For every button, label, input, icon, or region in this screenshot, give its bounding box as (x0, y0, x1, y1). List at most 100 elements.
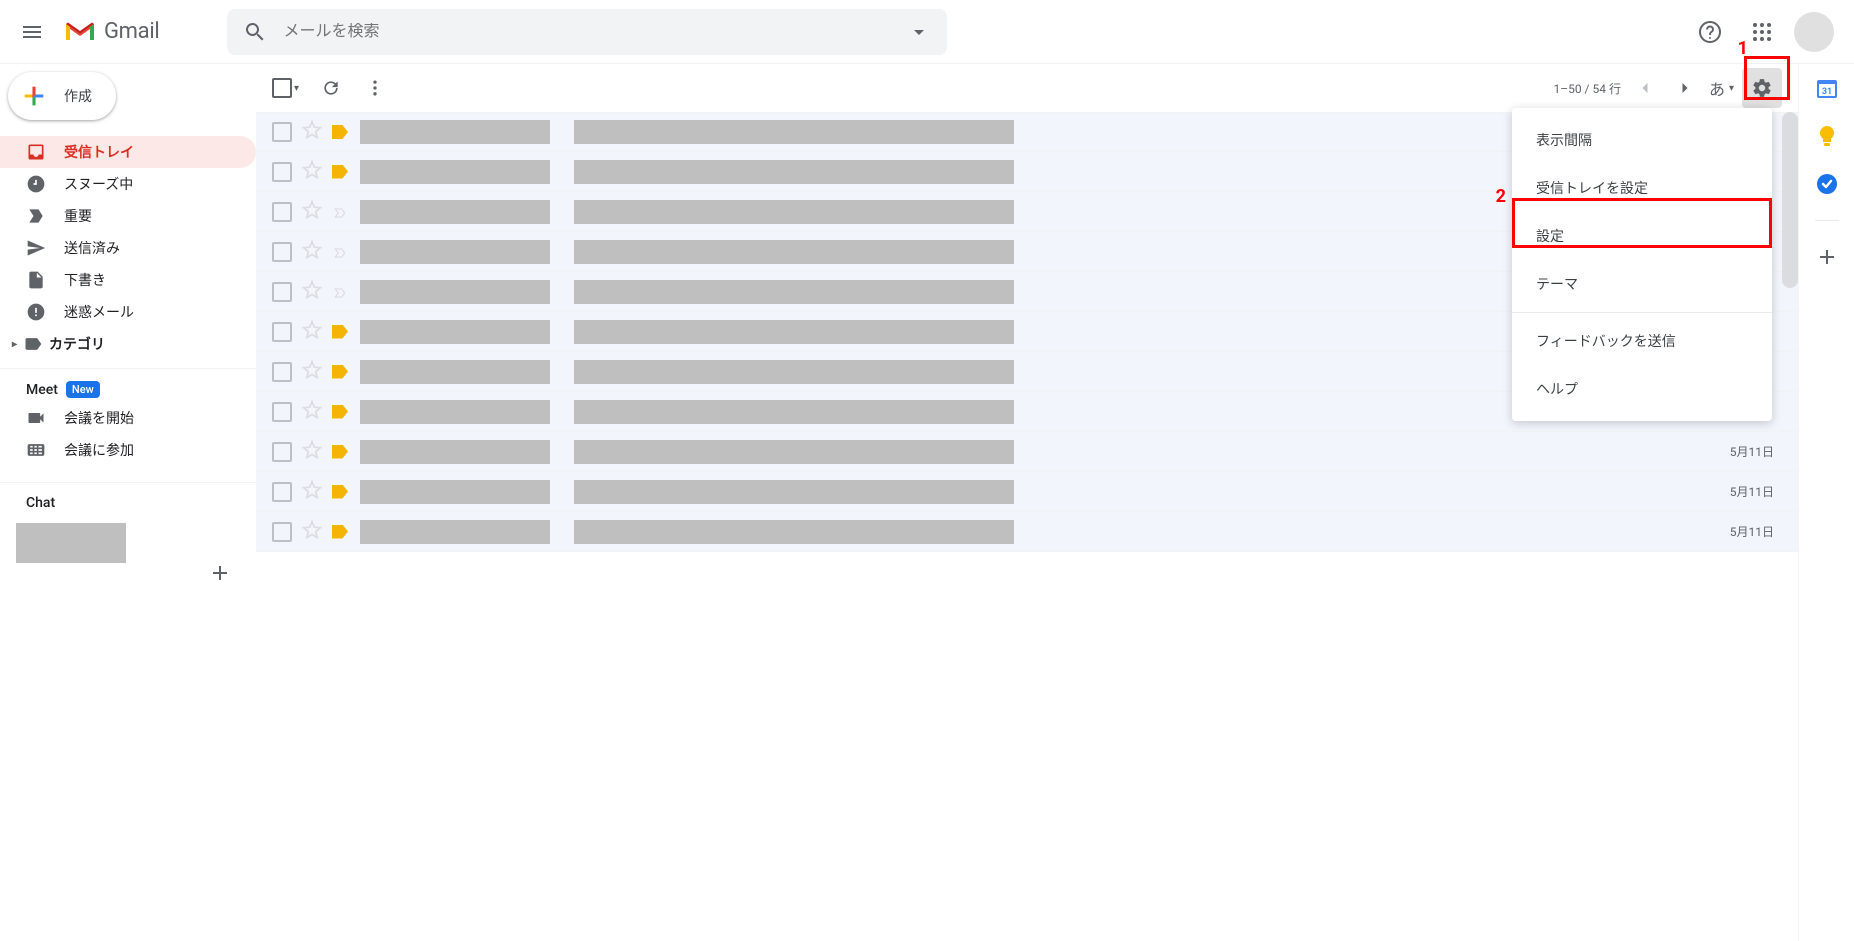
star-icon[interactable] (302, 240, 322, 264)
row-checkbox[interactable] (272, 322, 292, 342)
star-icon[interactable] (302, 480, 322, 504)
video-icon (26, 408, 46, 428)
keep-icon[interactable] (1815, 124, 1839, 148)
star-icon[interactable] (302, 320, 322, 344)
sender-placeholder (360, 240, 550, 264)
sidebar-item-label: 下書き (64, 270, 106, 290)
sender-placeholder (360, 440, 550, 464)
row-checkbox[interactable] (272, 122, 292, 142)
importance-marker-icon[interactable] (332, 165, 348, 179)
avatar[interactable] (1794, 12, 1834, 52)
importance-marker-icon[interactable] (332, 405, 348, 419)
menu-settings[interactable]: 設定 (1512, 212, 1772, 260)
sidebar-item-label: 迷惑メール (64, 302, 134, 322)
importance-marker-icon[interactable] (332, 285, 348, 299)
send-icon (26, 238, 46, 258)
sender-placeholder (360, 200, 550, 224)
sidebar-item-send[interactable]: 送信済み (0, 232, 256, 264)
chat-contact[interactable] (16, 523, 126, 563)
compose-button[interactable]: 作成 (8, 72, 116, 120)
menu-configure-inbox[interactable]: 受信トレイを設定 (1512, 164, 1772, 212)
add-addon-icon[interactable] (1815, 245, 1839, 269)
gmail-icon (64, 20, 96, 44)
refresh-icon[interactable] (319, 76, 343, 100)
row-checkbox[interactable] (272, 242, 292, 262)
subject-placeholder (574, 440, 1014, 464)
star-icon[interactable] (302, 520, 322, 544)
row-checkbox[interactable] (272, 162, 292, 182)
importance-marker-icon[interactable] (332, 245, 348, 259)
next-page-icon[interactable] (1669, 72, 1701, 104)
tasks-icon[interactable] (1815, 172, 1839, 196)
calendar-icon[interactable]: 31 (1815, 76, 1839, 100)
mail-date: 5月11日 (1730, 443, 1782, 460)
search-box[interactable] (227, 9, 947, 55)
menu-icon[interactable] (8, 8, 56, 56)
importance-marker-icon[interactable] (332, 205, 348, 219)
inbox-icon (26, 142, 46, 162)
star-icon[interactable] (302, 280, 322, 304)
search-icon (243, 20, 267, 44)
apps-icon[interactable] (1742, 12, 1782, 52)
input-method-button[interactable]: あ ▾ (1709, 76, 1734, 100)
importance-marker-icon[interactable] (332, 365, 348, 379)
row-checkbox[interactable] (272, 282, 292, 302)
search-input[interactable] (283, 23, 907, 41)
star-icon[interactable] (302, 120, 322, 144)
star-icon[interactable] (302, 440, 322, 464)
meet-join[interactable]: 会議に参加 (0, 434, 256, 466)
meet-start[interactable]: 会議を開始 (0, 402, 256, 434)
settings-button[interactable] (1742, 68, 1782, 108)
settings-menu: 表示間隔 受信トレイを設定 設定 テーマ フィードバックを送信 ヘルプ (1512, 108, 1772, 421)
sender-placeholder (360, 360, 550, 384)
more-icon[interactable] (363, 76, 387, 100)
gmail-logo[interactable]: Gmail (56, 19, 167, 44)
sidebar-item-spam[interactable]: 迷惑メール (0, 296, 256, 328)
star-icon[interactable] (302, 200, 322, 224)
sidebar-item-clock[interactable]: スヌーズ中 (0, 168, 256, 200)
row-checkbox[interactable] (272, 482, 292, 502)
plus-icon (20, 82, 48, 110)
mail-row[interactable]: 5月11日 (256, 472, 1798, 512)
menu-help[interactable]: ヘルプ (1512, 365, 1772, 413)
search-options-icon[interactable] (907, 20, 931, 44)
help-icon[interactable] (1690, 12, 1730, 52)
star-icon[interactable] (302, 400, 322, 424)
star-icon[interactable] (302, 160, 322, 184)
menu-feedback[interactable]: フィードバックを送信 (1512, 317, 1772, 365)
gear-icon (1751, 77, 1773, 99)
caret-down-icon: ▾ (294, 83, 299, 94)
subject-placeholder (574, 240, 1014, 264)
sidebar-item-inbox[interactable]: 受信トレイ (0, 136, 256, 168)
menu-themes[interactable]: テーマ (1512, 260, 1772, 308)
sidebar-category[interactable]: ▸ カテゴリ (0, 328, 256, 360)
star-icon[interactable] (302, 360, 322, 384)
annotation-label-1: 1 (1738, 38, 1748, 59)
row-checkbox[interactable] (272, 362, 292, 382)
row-checkbox[interactable] (272, 442, 292, 462)
row-checkbox[interactable] (272, 202, 292, 222)
importance-marker-icon[interactable] (332, 125, 348, 139)
importance-marker-icon[interactable] (332, 325, 348, 339)
side-panel: 31 (1798, 64, 1854, 941)
scrollbar[interactable] (1782, 112, 1798, 288)
draft-icon (26, 270, 46, 290)
row-checkbox[interactable] (272, 402, 292, 422)
select-all[interactable]: ▾ (272, 78, 299, 98)
mail-row[interactable]: 5月11日 (256, 432, 1798, 472)
importance-marker-icon[interactable] (332, 485, 348, 499)
menu-display-density[interactable]: 表示間隔 (1512, 116, 1772, 164)
mail-date: 5月11日 (1730, 483, 1782, 500)
prev-page-icon[interactable] (1629, 72, 1661, 104)
mail-row[interactable]: 5月11日 (256, 512, 1798, 552)
add-person-icon[interactable] (200, 553, 240, 593)
sidebar: 作成 受信トレイスヌーズ中重要送信済み下書き迷惑メール ▸ カテゴリ Meet … (0, 64, 256, 941)
sidebar-item-important[interactable]: 重要 (0, 200, 256, 232)
row-checkbox[interactable] (272, 522, 292, 542)
meet-section: Meet New 会議を開始 会議に参加 (0, 368, 256, 474)
important-icon (26, 206, 46, 226)
sidebar-item-draft[interactable]: 下書き (0, 264, 256, 296)
importance-marker-icon[interactable] (332, 445, 348, 459)
importance-marker-icon[interactable] (332, 525, 348, 539)
search-container (227, 9, 947, 55)
